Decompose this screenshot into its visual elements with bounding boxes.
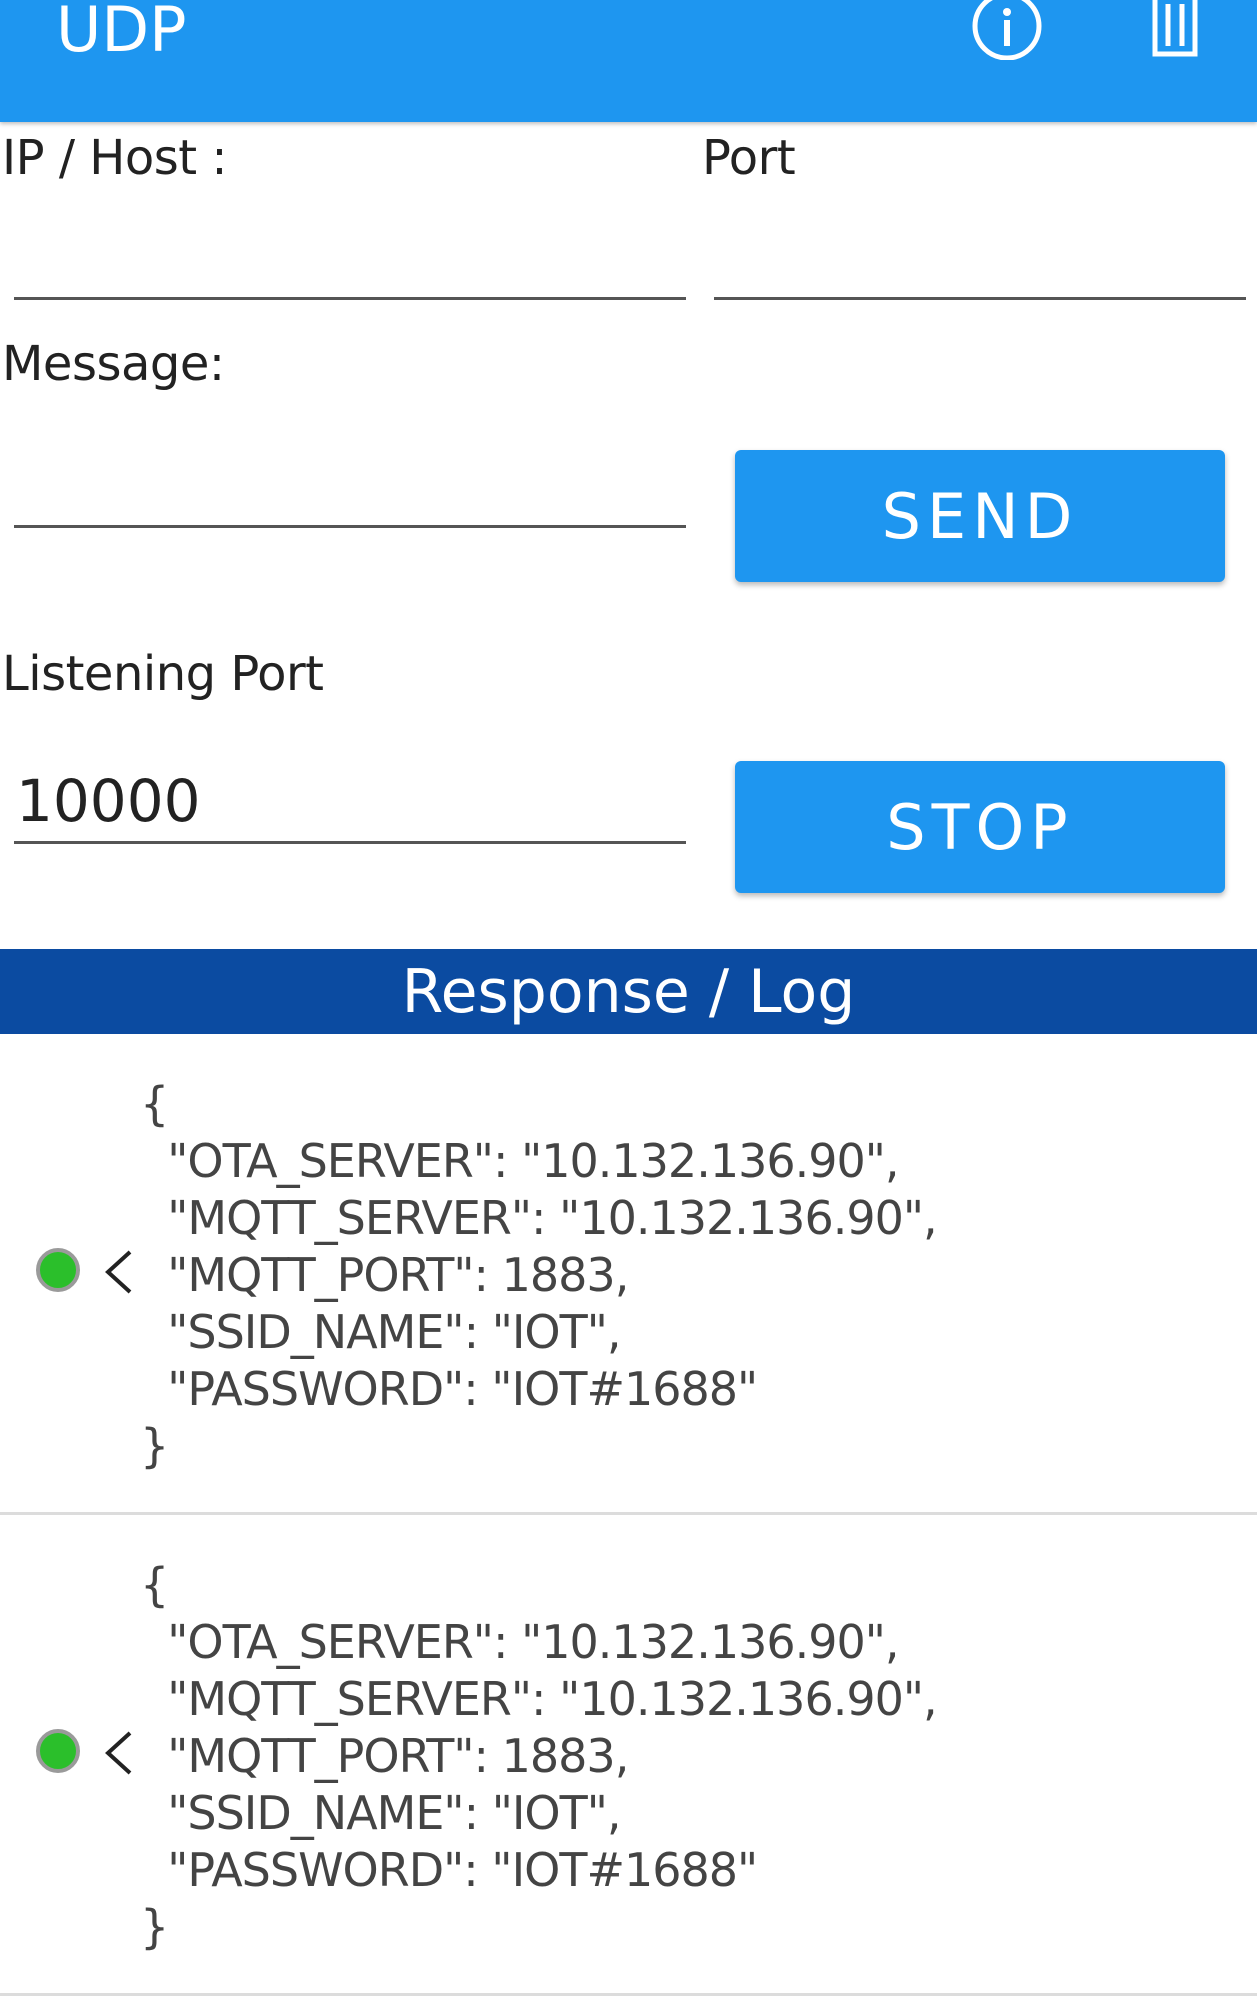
status-dot-icon (36, 1729, 80, 1773)
port-input[interactable] (714, 232, 1246, 300)
send-button[interactable]: SEND (735, 450, 1225, 582)
message-input[interactable] (14, 460, 686, 528)
incoming-arrow-icon (105, 1731, 132, 1775)
log-header: Response / Log (0, 949, 1257, 1034)
status-dot-icon (36, 1248, 80, 1292)
log-message: { "OTA_SERVER": "10.132.136.90", "MQTT_S… (140, 1077, 938, 1473)
port-label: Port (702, 130, 796, 186)
info-button[interactable] (962, 0, 1052, 60)
list-item[interactable]: { "OTA_SERVER": "10.132.136.90", "MQTT_S… (0, 1034, 1257, 1515)
host-label: IP / Host : (2, 130, 228, 186)
incoming-arrow-icon (105, 1250, 132, 1294)
app-bar: UDP (0, 0, 1257, 122)
info-icon (972, 0, 1042, 60)
stop-button[interactable]: STOP (735, 761, 1225, 893)
list-item[interactable]: { "OTA_SERVER": "10.132.136.90", "MQTT_S… (0, 1515, 1257, 1996)
message-label: Message: (2, 336, 225, 392)
host-input[interactable] (14, 232, 686, 300)
log-message: { "OTA_SERVER": "10.132.136.90", "MQTT_S… (140, 1558, 938, 1954)
listening-port-input[interactable] (14, 760, 686, 844)
listening-port-label: Listening Port (2, 646, 324, 702)
delete-button[interactable] (1130, 0, 1220, 60)
trash-icon (1152, 0, 1198, 57)
log-list[interactable]: { "OTA_SERVER": "10.132.136.90", "MQTT_S… (0, 1034, 1257, 1996)
app-title: UDP (56, 0, 187, 66)
